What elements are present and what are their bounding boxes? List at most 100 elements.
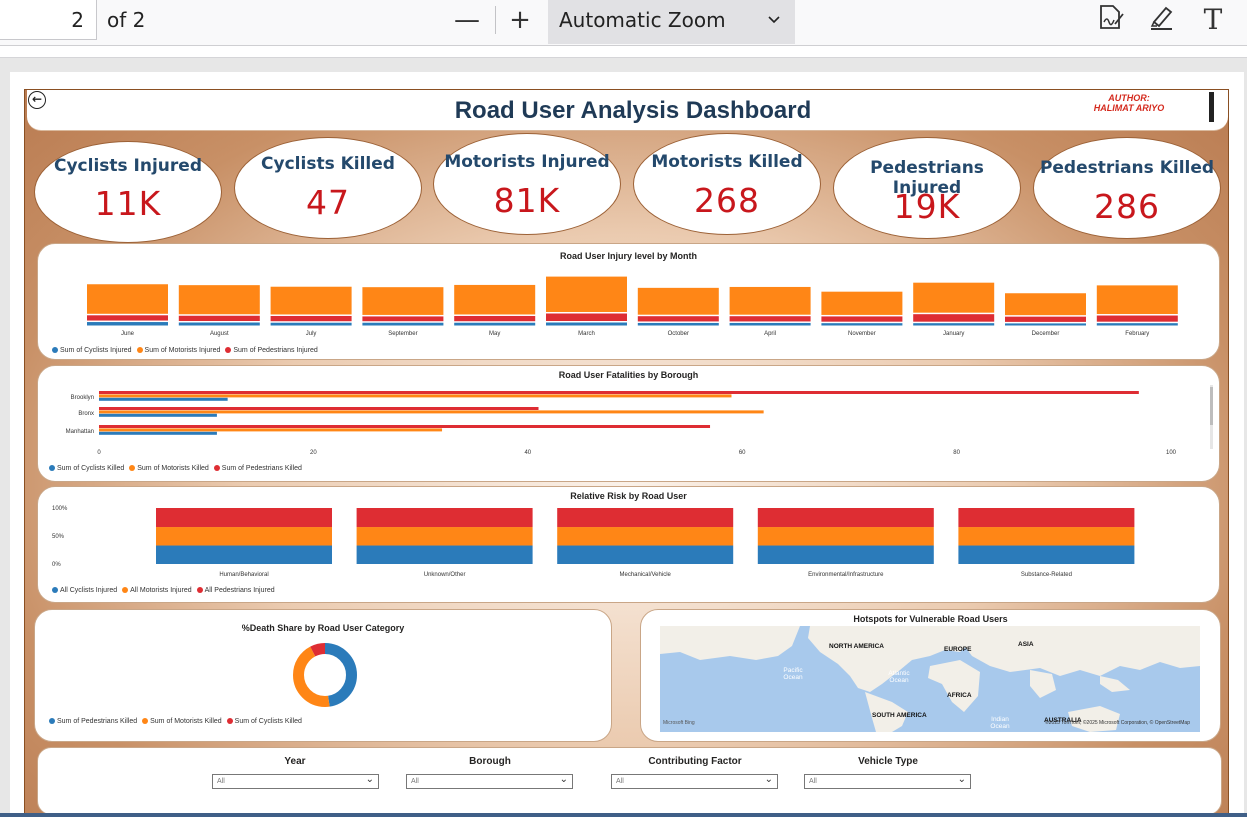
slicer-title-vehicle-type: Vehicle Type	[858, 756, 918, 767]
x-tick-label: Substance-Related	[1021, 572, 1072, 578]
bar-april	[729, 316, 811, 322]
bar-may	[454, 322, 536, 326]
bar-october	[637, 316, 719, 322]
x-tick-label: July	[306, 331, 317, 337]
kpi-cyclists-killed: Cyclists Killed 47	[234, 137, 422, 239]
x-tick-label: November	[848, 331, 876, 337]
page-count: of 2	[107, 8, 146, 32]
chevron-down-icon: ⌄	[559, 774, 568, 785]
legend-marker	[225, 347, 232, 353]
chevron-down-icon: ⌄	[365, 774, 374, 785]
bar-segment-0	[757, 545, 934, 564]
kpi-value: 47	[306, 183, 350, 222]
legend-marker	[49, 465, 55, 471]
legend-marker	[52, 347, 58, 353]
kpi-motorists-killed: Motorists Killed 268	[633, 133, 821, 235]
kpi-label: Cyclists Killed	[261, 154, 395, 174]
bar-november	[821, 291, 903, 315]
x-tick-label: 80	[953, 450, 960, 456]
contributing-factor-dropdown[interactable]: All ⌄	[611, 774, 778, 789]
borough-dropdown[interactable]: All ⌄	[406, 774, 573, 789]
dropdown-value: All	[616, 778, 624, 785]
kpi-value: 268	[694, 181, 760, 220]
x-tick-label: Unknown/Other	[424, 572, 466, 578]
legend-item: Sum of Motorists Killed	[129, 465, 209, 472]
chart-relative-risk: 100% 50% 0% Human/Behavioral Unknown/Other Me…	[52, 506, 1135, 578]
bar-december	[1005, 316, 1086, 322]
zoom-out-button[interactable]: —	[449, 2, 485, 38]
toolbar-separator	[495, 6, 496, 34]
zoom-in-button[interactable]: +	[502, 2, 538, 38]
continent-label: NORTH AMERICA	[829, 643, 885, 650]
x-tick-label: May	[489, 331, 500, 337]
legend-label: Sum of Motorists Killed	[150, 718, 222, 725]
legend-item: Sum of Motorists Killed	[142, 718, 222, 725]
world-map[interactable]: NORTH AMERICA EUROPE ASIA AFRICA SOUTH A…	[660, 626, 1200, 732]
bar-manhattan	[99, 428, 443, 432]
signature-icon[interactable]	[1092, 2, 1128, 38]
bar-february	[1096, 323, 1178, 326]
highlight-pen-icon[interactable]	[1143, 2, 1179, 38]
continent-label: ASIA	[1018, 641, 1034, 648]
legend-label: Sum of Motorists Injured	[144, 347, 221, 354]
legend-label: Sum of Pedestrians Injured	[233, 347, 318, 354]
legend-marker	[142, 718, 149, 724]
slicer-title-borough: Borough	[469, 756, 511, 767]
bar-may	[454, 315, 536, 322]
legend-marker	[129, 465, 136, 471]
x-tick-label: June	[121, 331, 135, 337]
text-tool-button[interactable]: T	[1195, 2, 1231, 38]
scrollbar-thumb[interactable]	[1209, 92, 1214, 122]
bar-segment-2	[356, 508, 533, 528]
legend-label: Sum of Cyclists Killed	[234, 718, 302, 725]
page-number-input[interactable]: 2	[0, 0, 97, 40]
continent-label: EUROPE	[944, 646, 972, 653]
bar-september	[362, 287, 444, 315]
bar-september	[362, 322, 444, 326]
x-tick-label: October	[668, 331, 689, 337]
slicer-title-year: Year	[284, 756, 306, 767]
bar-august	[178, 322, 260, 326]
zoom-select[interactable]: Automatic Zoom	[548, 0, 795, 44]
bar-january	[913, 314, 995, 322]
x-tick-label: March	[578, 331, 595, 337]
vehicle-type-dropdown[interactable]: All ⌄	[804, 774, 971, 789]
bar-november	[821, 323, 903, 326]
y-tick-label: Bronx	[78, 411, 94, 417]
kpi-label: Motorists Injured	[444, 152, 610, 172]
y-tick-label: Manhattan	[66, 429, 94, 435]
ocean-label: Pacific Ocean	[783, 667, 803, 681]
bar-february	[1096, 315, 1178, 322]
bar-february	[1096, 285, 1178, 315]
bing-logo: Microsoft Bing	[663, 720, 695, 726]
chevron-down-icon: ⌄	[764, 774, 773, 785]
chart-death-share-donut	[293, 643, 357, 707]
bar-segment-1	[356, 527, 533, 546]
legend-item: Sum of Pedestrians Injured	[225, 347, 318, 354]
bar-october	[637, 322, 719, 326]
kpi-label: Pedestrians Killed	[1039, 158, 1215, 178]
bar-april	[729, 286, 811, 315]
x-tick-label: February	[1125, 331, 1149, 337]
legend-marker	[122, 587, 129, 593]
map-landmasses	[660, 626, 1200, 732]
bar-march	[546, 313, 627, 321]
chevron-down-icon: ⌄	[957, 774, 966, 785]
bar-january	[913, 323, 995, 326]
legend-label: Sum of Pedestrians Killed	[57, 718, 138, 725]
bar-segment-0	[156, 545, 332, 564]
author-heading: AUTHOR:	[1108, 93, 1150, 103]
kpi-label: Motorists Killed	[651, 152, 803, 172]
legend-label: Sum of Motorists Killed	[137, 465, 209, 472]
bar-july	[270, 322, 352, 326]
continent-label: AFRICA	[947, 692, 972, 699]
legend-item: Sum of Cyclists Killed	[226, 718, 302, 725]
legend-label: All Cyclists Injured	[60, 587, 118, 594]
kpi-pedestrians-injured: Pedestrians Injured 19K	[833, 137, 1021, 239]
author-name: HALIMAT ARIYO	[1093, 103, 1165, 113]
kpi-pedestrians-killed: Pedestrians Killed 286	[1033, 137, 1221, 239]
legend-marker	[226, 718, 233, 724]
kpi-value: 81K	[493, 181, 561, 220]
year-dropdown[interactable]: All ⌄	[212, 774, 379, 789]
bar-segment-1	[557, 527, 734, 546]
